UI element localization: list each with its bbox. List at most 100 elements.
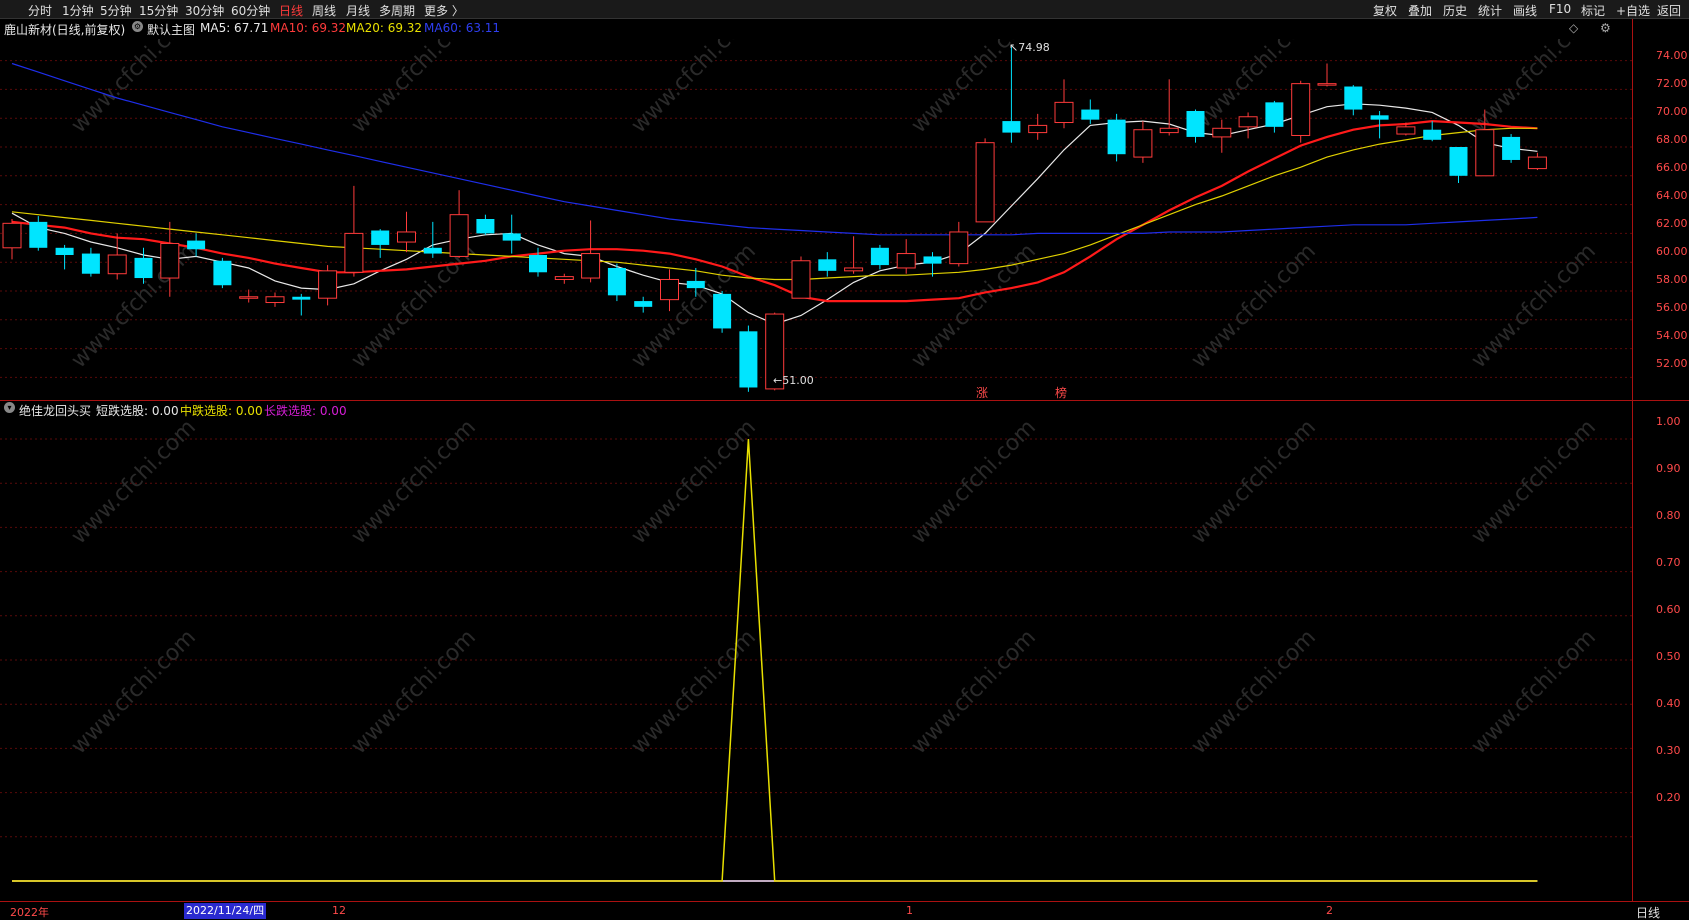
tab-60min[interactable]: 60分钟: [231, 2, 270, 19]
candle-body: [1265, 102, 1284, 127]
candle-body: [318, 270, 338, 299]
tab-15min[interactable]: 15分钟: [139, 2, 178, 19]
candle-body: [975, 142, 995, 223]
candle-body: [529, 255, 547, 273]
candle: [449, 190, 469, 258]
candle-body: [1475, 129, 1495, 177]
tab-overlay[interactable]: 叠加: [1408, 2, 1432, 19]
candle-body: [554, 276, 574, 280]
candle: [213, 257, 232, 289]
candle-body: [739, 331, 758, 388]
candle-body: [581, 253, 601, 279]
candle-body: [265, 296, 285, 304]
axis-label: 68.00: [1656, 133, 1688, 146]
template-gear-icon[interactable]: ⚙: [132, 21, 143, 32]
zhang-tag[interactable]: 涨: [976, 384, 988, 401]
watermark: www.cfchi.com: [347, 625, 481, 759]
axis-label: 56.00: [1656, 301, 1688, 314]
template-name[interactable]: 默认主图: [147, 21, 195, 38]
axis-label: 70.00: [1656, 105, 1688, 118]
candle: [713, 291, 732, 333]
tab-5min[interactable]: 5分钟: [100, 2, 132, 19]
tab-monthly[interactable]: 月线: [346, 2, 370, 19]
tab-statistics[interactable]: 统计: [1478, 2, 1502, 19]
gear-icon[interactable]: ⚙: [1600, 21, 1611, 35]
tab-weekly[interactable]: 周线: [312, 2, 336, 19]
candle-body: [1396, 126, 1416, 135]
candle-body: [1317, 83, 1337, 86]
sub-axis-label: 0.60: [1656, 603, 1681, 616]
watermark: www.cfchi.com: [347, 239, 481, 373]
candle: [1186, 109, 1205, 143]
candle: [1502, 134, 1521, 163]
candle: [1133, 121, 1153, 163]
candle-body: [29, 221, 48, 248]
candle: [1291, 80, 1311, 143]
sub-axis-label: 0.50: [1656, 650, 1681, 663]
tab-mark[interactable]: 标记: [1581, 2, 1605, 19]
watermark: www.cfchi.com: [347, 39, 481, 138]
sub-axis-label: 0.80: [1656, 509, 1681, 522]
watermark: www.cfchi.com: [627, 39, 761, 138]
candle-body: [134, 257, 153, 279]
candle-body: [1344, 86, 1363, 110]
candle: [476, 214, 495, 235]
candle-body: [397, 231, 416, 243]
sub-axis-label: 0.20: [1656, 791, 1681, 804]
tab-back[interactable]: 返回: [1657, 2, 1681, 19]
watermark: www.cfchi.com: [1187, 239, 1321, 373]
ma20-label: MA20: 69.32: [346, 21, 423, 35]
candle: [1159, 79, 1179, 136]
sub-axis-label: 0.40: [1656, 697, 1681, 710]
candle-body: [1527, 156, 1547, 170]
tab-daily[interactable]: 日线: [279, 2, 303, 19]
candle-body: [213, 260, 232, 286]
candle: [265, 292, 285, 307]
tab-1min[interactable]: 1分钟: [62, 2, 94, 19]
diamond-icon[interactable]: ◇: [1569, 21, 1578, 35]
candle-body: [1028, 124, 1048, 134]
tab-fenshi[interactable]: 分时: [28, 2, 52, 19]
tab-f10[interactable]: F10: [1549, 2, 1571, 16]
candle-body: [1370, 115, 1389, 120]
candle: [1238, 112, 1258, 139]
tab-fuquan[interactable]: 复权: [1373, 2, 1397, 19]
candle: [239, 289, 259, 303]
tab-30min[interactable]: 30分钟: [185, 2, 224, 19]
main-info-line: 鹿山新材 (日线,前复权) ⚙ 默认主图 MA5: 67.71 MA10: 69…: [0, 21, 1632, 37]
watermark: www.cfchi.com: [1467, 415, 1601, 549]
candle: [29, 216, 48, 251]
candle-body: [502, 233, 521, 241]
candle-body: [239, 296, 259, 299]
main-candlestick-chart[interactable]: www.cfchi.com www.cfchi.com www.cfchi.com w…: [0, 39, 1632, 399]
axis-label: 72.00: [1656, 77, 1688, 90]
watermark: www.cfchi.com: [1467, 239, 1601, 373]
candle: [1054, 79, 1074, 129]
candle-body: [1291, 83, 1311, 136]
tab-add-watchlist[interactable]: +自选: [1616, 2, 1650, 19]
candle: [581, 220, 601, 283]
period-label[interactable]: 日线: [1636, 904, 1660, 920]
candle-body: [923, 256, 942, 264]
candle: [896, 239, 916, 274]
year-label: 2022年: [10, 906, 49, 919]
candle-body: [634, 301, 653, 307]
bang-tag[interactable]: 榜: [1055, 384, 1067, 401]
candle-body: [2, 222, 22, 249]
sub-axis-label: 1.00: [1656, 415, 1681, 428]
axis-label: 60.00: [1656, 245, 1688, 258]
candle: [791, 256, 811, 299]
tab-history[interactable]: 历史: [1443, 2, 1467, 19]
candle-body: [1238, 116, 1258, 128]
tab-more[interactable]: 更多 〉: [424, 2, 464, 19]
axis-label: 54.00: [1656, 329, 1688, 342]
candle-body: [1107, 119, 1126, 155]
candle: [844, 236, 864, 274]
candle: [975, 138, 995, 223]
watermark: www.cfchi.com: [347, 415, 481, 549]
tab-multi-period[interactable]: 多周期: [379, 2, 415, 19]
sub-indicator-chart[interactable]: www.cfchi.com www.cfchi.com www.cfchi.com w…: [0, 405, 1632, 895]
axis-divider: [1632, 19, 1633, 901]
high-price-annotation: ↖74.98: [1009, 41, 1050, 54]
tab-draw-line[interactable]: 画线: [1513, 2, 1537, 19]
